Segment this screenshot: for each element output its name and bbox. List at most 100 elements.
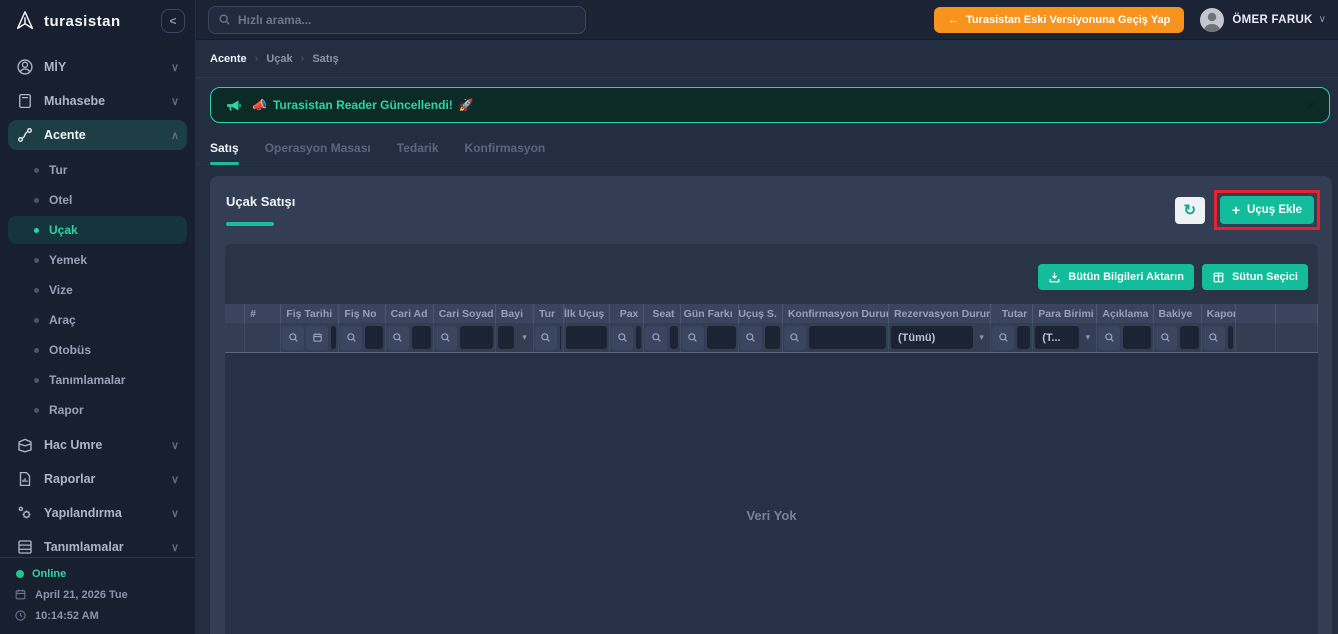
filter-input[interactable] [1123, 326, 1151, 349]
column-filter-cell[interactable]: ▾ [644, 323, 681, 352]
column-header[interactable]: Pax [610, 304, 645, 323]
search-icon [282, 325, 305, 350]
column-header[interactable]: Rezervasyon Durumu [888, 304, 992, 323]
tab[interactable]: Konfirmasyon [465, 137, 546, 164]
tab[interactable]: Tedarik [397, 137, 439, 164]
filter-input[interactable] [1179, 326, 1199, 349]
column-header[interactable]: Uçuş S. [738, 304, 783, 323]
back-arrow-icon: ← [947, 13, 959, 26]
sidebar-item-raporlar[interactable]: Raporlar ∨ [8, 464, 187, 494]
filter-input[interactable] [764, 326, 780, 349]
filter-input[interactable] [559, 326, 562, 349]
sidebar-subitem[interactable]: Tanımlamalar [8, 366, 187, 394]
column-header[interactable]: Bakiye [1153, 304, 1202, 323]
column-filter-cell[interactable]: ▾ [739, 323, 783, 352]
column-header[interactable]: Konfirmasyon Durumu [782, 304, 889, 323]
column-filter-cell[interactable]: (T... ▾ [1033, 323, 1098, 352]
column-filter-cell[interactable]: ▾ [681, 323, 739, 352]
filter-input[interactable] [636, 326, 642, 349]
filter-input[interactable] [670, 326, 678, 349]
column-filter-cell[interactable]: ▾ [564, 323, 611, 352]
column-filter-cell[interactable]: ▾ [1276, 323, 1319, 352]
sidebar-item-muhasebe[interactable]: Muhasebe ∨ [8, 86, 187, 116]
breadcrumb-item[interactable]: Satış [312, 53, 338, 65]
main-area: ← Turasistan Eski Versiyonuna Geçiş Yap … [196, 0, 1338, 634]
filter-input[interactable] [566, 326, 608, 349]
sidebar-item-miy[interactable]: MİY ∨ [8, 52, 187, 82]
column-header[interactable]: Cari Ad [385, 304, 434, 323]
filter-input[interactable] [459, 326, 493, 349]
filter-input[interactable] [1017, 326, 1031, 349]
column-header[interactable]: Gün Farkı [680, 304, 739, 323]
sidebar-subitem[interactable]: Yemek [8, 246, 187, 274]
column-chooser-button[interactable]: Sütun Seçici [1201, 264, 1308, 290]
add-flight-button[interactable]: + Uçuş Ekle [1219, 196, 1314, 224]
column-header[interactable]: # [245, 304, 282, 323]
column-filter-cell[interactable]: ▾ [610, 323, 645, 352]
breadcrumb-item[interactable]: Acente [210, 53, 247, 65]
refresh-button[interactable]: ↻ [1174, 196, 1205, 224]
legacy-version-button[interactable]: ← Turasistan Eski Versiyonuna Geçiş Yap [933, 6, 1185, 33]
filter-dropdown-value[interactable]: (T... [1035, 326, 1080, 349]
column-filter-cell[interactable]: ▾ [386, 323, 434, 352]
column-header[interactable]: Seat [644, 304, 681, 323]
sidebar-subitem[interactable]: Vize [8, 276, 187, 304]
sidebar-subitem[interactable]: Otobüs [8, 336, 187, 364]
column-filter-cell[interactable]: ▾ [991, 323, 1034, 352]
column-header[interactable]: Tutar [991, 304, 1034, 323]
sidebar-item-acente[interactable]: Acente ∧ [8, 120, 187, 150]
column-header[interactable]: Tur [533, 304, 565, 323]
column-filter-cell[interactable]: ▾ [783, 323, 889, 352]
column-filter-cell[interactable]: ▾ [281, 323, 340, 352]
column-filter-cell[interactable]: (Tümü) ▾ [889, 323, 992, 352]
column-header[interactable]: Fiş No [339, 304, 386, 323]
export-all-button[interactable]: Bütün Bilgileri Aktarın [1038, 264, 1194, 290]
column-filter-cell[interactable]: ▾ [245, 323, 282, 352]
sidebar-subitem[interactable]: Tur [8, 156, 187, 184]
column-header[interactable] [1235, 304, 1276, 323]
filter-dropdown-value[interactable]: (Tümü) [890, 326, 974, 349]
online-status-dot-icon [16, 570, 24, 578]
filter-input[interactable] [411, 326, 431, 349]
column-header[interactable]: Fiş Tarihi [281, 304, 340, 323]
column-header[interactable]: Açıklama [1097, 304, 1154, 323]
filter-input[interactable] [365, 326, 383, 349]
quick-search[interactable] [208, 5, 586, 34]
column-header[interactable]: Bayi [495, 304, 534, 323]
column-header[interactable] [225, 304, 246, 323]
user-name[interactable]: ÖMER FARUK [1232, 14, 1312, 26]
breadcrumb-item[interactable]: Uçak [266, 53, 292, 65]
filter-input[interactable] [331, 326, 337, 349]
sidebar-item-hac-umre[interactable]: Hac Umre ∨ [8, 430, 187, 460]
sidebar-item-yapilandirma[interactable]: Yapılandırma ∨ [8, 498, 187, 528]
column-filter-cell[interactable]: ▾ [225, 323, 246, 352]
column-header[interactable] [1275, 304, 1319, 323]
filter-input[interactable] [808, 326, 886, 349]
search-input[interactable] [238, 12, 576, 27]
avatar[interactable] [1200, 7, 1225, 32]
column-filter-cell[interactable]: ▾ [1236, 323, 1276, 352]
column-filter-cell[interactable]: ▾ [1154, 323, 1202, 352]
sidebar-subitem[interactable]: Uçak [8, 216, 187, 244]
column-header[interactable]: Kapora [1201, 304, 1236, 323]
sidebar-subitem[interactable]: Araç [8, 306, 187, 334]
column-header[interactable]: Cari Soyad [433, 304, 496, 323]
filter-input[interactable] [1227, 326, 1233, 349]
column-header[interactable]: İlk Uçuş [564, 304, 611, 323]
sidebar-subitem[interactable]: Rapor [8, 396, 187, 424]
filter-input[interactable] [706, 326, 736, 349]
sidebar-subitem[interactable]: Otel [8, 186, 187, 214]
column-header[interactable]: Para Birimi [1033, 304, 1098, 323]
tab[interactable]: Operasyon Masası [265, 137, 371, 164]
column-filter-cell[interactable]: ▾ [534, 323, 565, 352]
column-filter-cell[interactable]: ▾ [1097, 323, 1154, 352]
sidebar-collapse-button[interactable]: < [161, 9, 185, 33]
close-icon[interactable]: × [1307, 98, 1315, 112]
column-filter-cell[interactable]: ▾ [339, 323, 386, 352]
tab[interactable]: Satış [210, 137, 239, 165]
column-filter-cell[interactable]: ▾ [1202, 323, 1236, 352]
column-filter-cell[interactable]: ▾ [496, 323, 534, 352]
filter-input[interactable] [497, 326, 514, 349]
sidebar-item-tanimlamalar[interactable]: Tanımlamalar ∨ [8, 532, 187, 557]
column-filter-cell[interactable]: ▾ [434, 323, 496, 352]
